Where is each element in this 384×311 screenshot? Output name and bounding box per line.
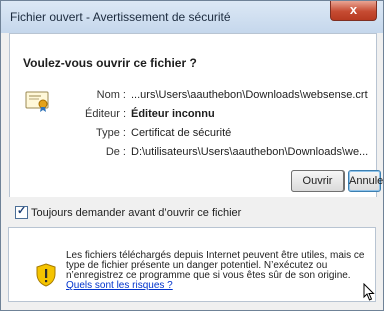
open-question: Voulez-vous ouvrir ce fichier ?	[23, 56, 197, 70]
always-ask-row[interactable]: ✓ Toujours demander avant d’ouvrir ce fi…	[15, 205, 242, 219]
from-value: D:\utilisateurs\Users\aauthebon\Download…	[131, 146, 369, 158]
annuler-visible-button[interactable]: Annuler	[348, 170, 384, 192]
from-label: De :	[105, 146, 126, 158]
mouse-cursor-icon	[363, 283, 375, 301]
window-title: Fichier ouvert - Avertissement de sécuri…	[10, 10, 231, 24]
publisher-value: Éditeur inconnu	[131, 108, 215, 120]
warning-text: Les fichiers téléchargés depuis Internet…	[66, 251, 371, 291]
shield-warning-icon	[36, 263, 56, 287]
close-button[interactable]: x	[330, 1, 377, 21]
type-label: Type :	[96, 127, 126, 139]
always-ask-checkbox[interactable]: ✓	[15, 205, 28, 219]
check-mark-icon: ✓	[17, 205, 27, 217]
warning-panel: Les fichiers téléchargés depuis Internet…	[8, 227, 376, 302]
name-label: Nom :	[96, 89, 126, 101]
always-ask-label: Toujours demander avant d’ouvrir ce fich…	[31, 206, 242, 219]
risks-link[interactable]: Quels sont les risques ?	[66, 280, 173, 291]
name-value: ...urs\Users\aauthebon\Downloads\websens…	[131, 89, 368, 101]
warning-message: Les fichiers téléchargés depuis Internet…	[66, 250, 365, 281]
open-button-main[interactable]: Ouvrir	[291, 170, 344, 192]
publisher-label: Éditeur :	[85, 108, 126, 120]
title-bar[interactable]: Fichier ouvert - Avertissement de sécuri…	[1, 1, 383, 33]
type-value: Certificat de sécurité	[131, 127, 232, 139]
